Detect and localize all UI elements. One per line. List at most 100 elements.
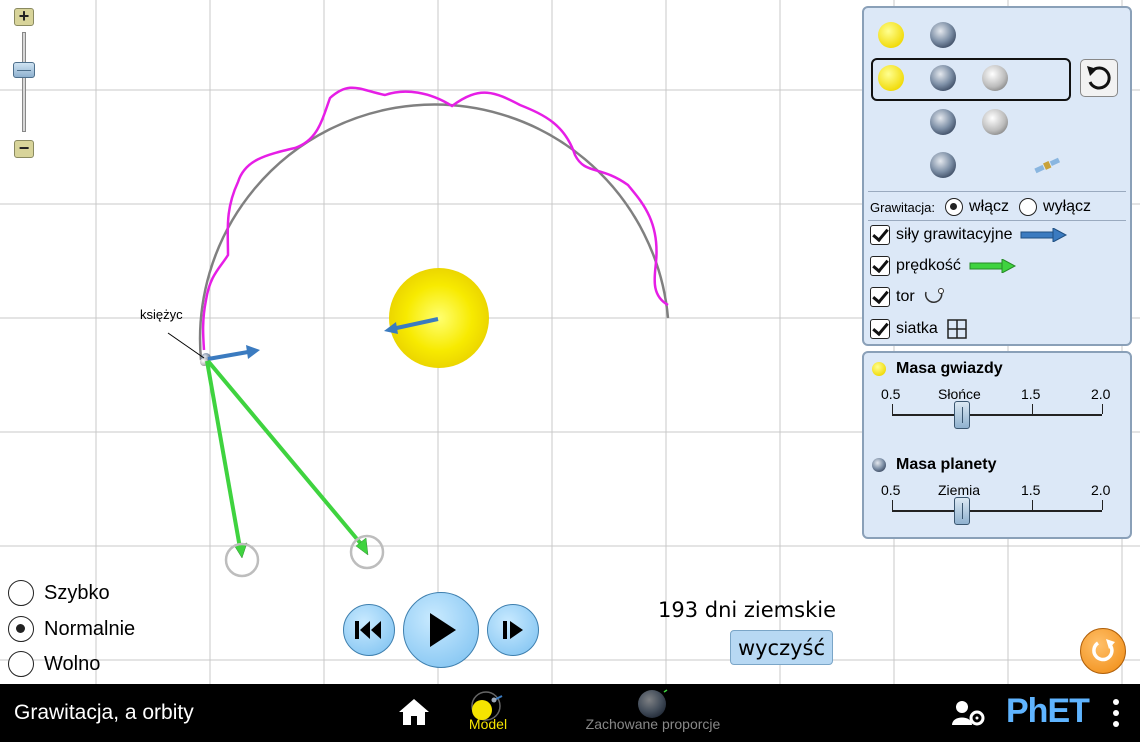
rewind-button[interactable] [343, 604, 395, 656]
planet-mass-slider-thumb[interactable] [954, 497, 970, 525]
planet-mass-tick-label: 0.5 [881, 482, 901, 498]
play-button[interactable] [403, 592, 479, 668]
star-mass-title: Masa gwiazdy [896, 360, 1003, 377]
sim-title: Grawitacja, a orbity [14, 701, 194, 724]
gravity-forces-checkbox[interactable] [870, 225, 890, 245]
zoom-out-button[interactable]: − [14, 139, 34, 158]
simulation-area: księżyc + − Grawitacja: włącz wyłącz sił… [0, 0, 1140, 684]
gravity-off-radio[interactable] [1019, 198, 1038, 216]
step-forward-icon [503, 621, 523, 639]
star-mass-slider-thumb[interactable] [954, 401, 970, 429]
planet-force-arrow [207, 350, 249, 361]
tab-to-scale-label: Zachowane proporcje [585, 716, 721, 732]
zoom-slider-thumb[interactable] [13, 62, 35, 78]
separator [868, 220, 1126, 221]
star-mass-tick [1102, 404, 1103, 414]
tab-model[interactable]: Model [460, 684, 516, 742]
play-icon [430, 613, 456, 647]
elapsed-time: 193 dni ziemskie [658, 598, 836, 622]
tab-to-scale[interactable]: Zachowane proporcje [578, 684, 728, 742]
label-pointer [167, 332, 205, 359]
path-icon [924, 288, 944, 303]
preset-earth-moon[interactable] [930, 109, 1008, 135]
grid-label: siatka [896, 320, 938, 337]
star[interactable] [389, 268, 489, 368]
moon-label: księżyc [140, 307, 183, 322]
to-scale-screen-icon [638, 689, 668, 718]
control-panel: Grawitacja: włącz wyłącz siły grawitacyj… [862, 6, 1132, 346]
planet-mass-tick-label: 1.5 [1021, 482, 1041, 498]
planet-force-arrowhead [246, 345, 260, 359]
home-icon [399, 699, 429, 725]
path-label: tor [896, 288, 915, 305]
star-mass-tick-label: 2.0 [1091, 386, 1111, 402]
mass-panel: Masa gwiazdy 0.5 Słońce 1.5 2.0 Masa planet… [862, 351, 1132, 539]
phet-logo[interactable]: PhET [1006, 692, 1090, 731]
planet-mass-tick-label: 2.0 [1091, 482, 1111, 498]
speed-slow-radio[interactable] [8, 651, 34, 677]
star-mass-tick [1032, 404, 1033, 414]
gravity-on-radio[interactable] [945, 198, 964, 216]
preset-selector [878, 22, 1061, 178]
satellite-icon [1034, 157, 1061, 174]
reset-icon [1092, 639, 1115, 662]
grid-checkbox[interactable] [870, 319, 890, 339]
speed-option-normal[interactable]: Normalnie [8, 616, 135, 642]
separator [868, 191, 1126, 192]
user-settings-icon [952, 701, 985, 726]
planet-mass-tick [1102, 500, 1103, 510]
speed-option-slow[interactable]: Wolno [8, 651, 100, 677]
speed-slow-label: Wolno [44, 652, 101, 675]
path-checkbox[interactable] [870, 287, 890, 307]
kebab-menu-icon [1113, 699, 1119, 727]
zoom-slider-track[interactable] [22, 32, 26, 132]
rewind-icon [355, 621, 381, 639]
gravity-off-label: wyłącz [1043, 198, 1092, 215]
moon-velocity-arrow [205, 360, 242, 549]
velocity-checkbox[interactable] [870, 256, 890, 276]
checkbox-path[interactable]: tor [870, 287, 949, 307]
reset-preset-button[interactable] [1080, 59, 1118, 97]
velocity-label: prędkość [896, 257, 961, 274]
gravity-on-label: włącz [969, 198, 1010, 215]
planet-mass-title: Masa planety [896, 456, 997, 473]
step-forward-button[interactable] [487, 604, 539, 656]
star-mass-tick [892, 404, 893, 414]
selected-preset-frame [871, 58, 1071, 101]
green-arrow-icon [969, 259, 1016, 273]
reset-all-button[interactable] [1080, 628, 1126, 674]
planet-mass-tick-label: Ziemia [938, 482, 981, 498]
speed-option-fast[interactable]: Szybko [8, 580, 110, 606]
checkbox-gravity-forces[interactable]: siły grawitacyjne [870, 225, 1068, 245]
preset-earth-satellite[interactable] [930, 152, 1061, 178]
speed-fast-label: Szybko [44, 581, 110, 604]
star-mass-tick-label: Słońce [938, 386, 981, 402]
speed-fast-radio[interactable] [8, 580, 34, 606]
planet-mass-slider-track[interactable] [892, 510, 1102, 512]
star-mass-tick-label: 0.5 [881, 386, 901, 402]
gravity-label: Grawitacja: [870, 199, 936, 215]
gravity-toggle: Grawitacja: włącz wyłącz [870, 198, 1091, 216]
clear-button[interactable]: wyczyść [730, 630, 833, 665]
planet-velocity-arrow [206, 359, 364, 547]
zoom-in-button[interactable]: + [14, 7, 34, 26]
planet-icon [872, 458, 886, 472]
planet-mass-tick [1032, 500, 1033, 510]
navigation-bar: Grawitacja, a orbity Model Zachowane pro… [0, 684, 1140, 742]
menu-button[interactable] [1110, 698, 1122, 728]
grid-icon [947, 319, 967, 339]
star-mass-tick-label: 1.5 [1021, 386, 1041, 402]
checkbox-velocity[interactable]: prędkość [870, 256, 1017, 276]
home-button[interactable] [398, 698, 430, 731]
speed-normal-radio[interactable] [8, 616, 34, 642]
star-mass-slider-track[interactable] [892, 414, 1102, 416]
star-icon [872, 362, 886, 376]
checkbox-grid[interactable]: siatka [870, 318, 968, 340]
phet-logo-text: PhET [1006, 692, 1090, 730]
planet-mass-tick [892, 500, 893, 510]
blue-arrow-icon [1020, 228, 1068, 242]
settings-button[interactable] [951, 700, 985, 731]
undo-icon [1087, 66, 1111, 90]
preset-sun-earth[interactable] [878, 22, 956, 48]
tab-model-label: Model [468, 716, 508, 732]
